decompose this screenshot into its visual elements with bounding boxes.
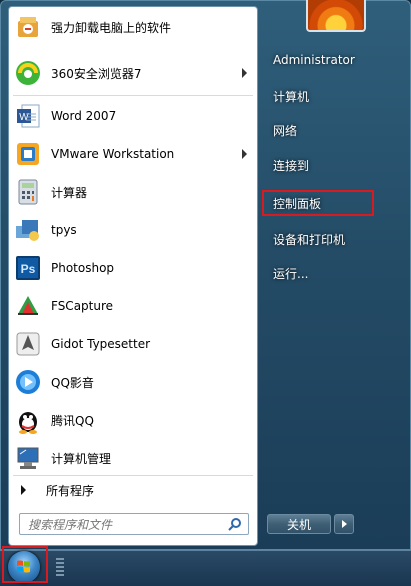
right-item-network[interactable]: 网络 [266,117,396,143]
divider [13,95,253,96]
photoshop-icon: Ps [13,253,43,283]
fscapture-icon [13,291,43,321]
uninstall-icon [13,12,43,42]
user-avatar[interactable] [306,0,366,32]
submenu-arrow-icon [242,68,247,78]
tpys-icon [13,215,43,245]
vmware-icon [13,139,43,169]
right-item-computer[interactable]: 计算机 [266,83,396,109]
shutdown-options-button[interactable] [334,514,354,534]
program-item-vmware[interactable]: VMware Workstation [9,136,257,172]
right-item-run[interactable]: 运行... [266,260,396,286]
program-item-360-browser[interactable]: 360安全浏览器7 [9,55,257,91]
shutdown-button[interactable]: 关机 [267,514,331,534]
taskbar-grip [56,558,64,578]
submenu-arrow-icon [242,149,247,159]
program-item-word[interactable]: W Word 2007 [9,98,257,134]
program-item-gidot-typesetter[interactable]: Gidot Typesetter [9,326,257,362]
program-item-photoshop[interactable]: Ps Photoshop [9,250,257,286]
highlight-box [262,190,374,216]
word-icon: W [13,101,43,131]
programs-pane: 强力卸载电脑上的软件 360安全浏览器7 W Word 2007 VMware … [8,6,258,546]
right-item-connect-to[interactable]: 连接到 [266,152,396,178]
svg-text:Ps: Ps [21,262,36,276]
program-item-qq[interactable]: 腾讯QQ [9,402,257,438]
start-highlight-box [2,546,48,583]
program-item-fscapture[interactable]: FSCapture [9,288,257,324]
program-item-tpys[interactable]: tpys [9,212,257,248]
computer-management-icon [13,443,43,473]
typesetter-icon [13,329,43,359]
search-box[interactable] [19,513,249,535]
all-programs-button[interactable]: 所有程序 [9,475,257,505]
search-input[interactable] [26,515,220,535]
qq-icon [13,405,43,435]
search-icon[interactable] [228,517,242,531]
program-item-computer-management[interactable]: 计算机管理 [9,440,257,476]
play-arrow-icon [21,485,26,495]
program-item-calculator[interactable]: 计算器 [9,174,257,210]
right-item-administrator[interactable]: Administrator [266,47,396,73]
right-item-devices-printers[interactable]: 设备和打印机 [266,226,396,252]
program-item-uninstaller[interactable]: 强力卸载电脑上的软件 [9,9,257,45]
qqplayer-icon [13,367,43,397]
program-item-qqplayer[interactable]: QQ影音 [9,364,257,400]
browser-360-icon [13,58,43,88]
calculator-icon [13,177,43,207]
